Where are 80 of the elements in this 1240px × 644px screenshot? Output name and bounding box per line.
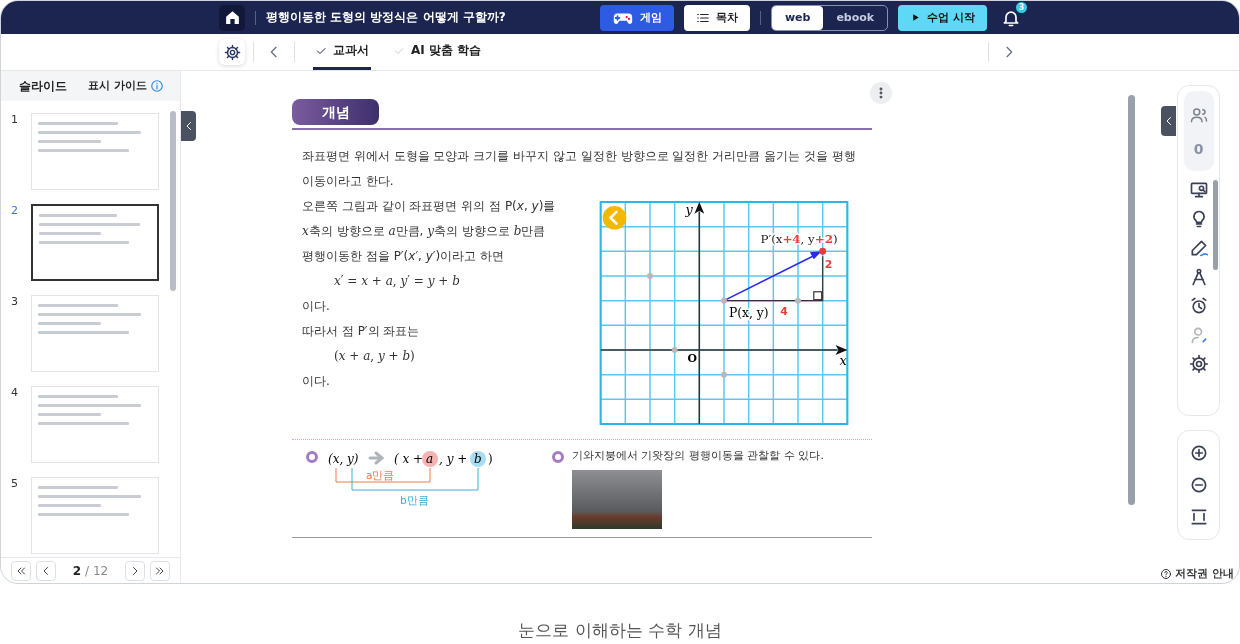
text-line: 따라서 점 P′의 좌표는: [302, 323, 421, 340]
point-dot: [647, 273, 653, 279]
double-chevron-left-icon: [15, 564, 27, 577]
point-dot: [721, 297, 727, 304]
point-dot: [671, 347, 678, 353]
text-line: 이다.: [302, 373, 331, 390]
slide-number: 5: [11, 477, 19, 492]
expression: b: [474, 452, 482, 466]
users-icon: [1189, 105, 1208, 124]
collapse-sidebar-button[interactable]: [181, 111, 196, 141]
origin-label: O: [687, 351, 697, 365]
screen-search-button[interactable]: [1188, 180, 1209, 200]
double-chevron-right-icon: [154, 564, 166, 577]
info-icon: [150, 79, 164, 93]
text-line: 이다.: [302, 298, 331, 315]
home-button[interactable]: [219, 4, 245, 31]
settings-icon: [223, 43, 241, 61]
point-dot: [819, 247, 827, 255]
notification-badge: 3: [1016, 1, 1027, 13]
last-page-button[interactable]: [150, 560, 170, 581]
participant-count: 0: [1193, 140, 1204, 157]
leader-label: b만큼: [400, 494, 429, 506]
formula: x′ = x + a, y′ = y + b: [333, 273, 461, 290]
monitor-search-icon: [1188, 180, 1209, 200]
right-angle-mark: [813, 291, 823, 301]
home-icon: [223, 9, 241, 26]
expression: a: [426, 452, 434, 466]
settings-button[interactable]: [219, 39, 245, 65]
expand-toolbar-button[interactable]: [1161, 106, 1176, 136]
formula: (x + a, y + b): [333, 348, 416, 365]
view-mode-tab[interactable]: ebook: [823, 5, 888, 30]
distance-label: 2: [824, 258, 833, 272]
scrollbar-thumb[interactable]: [1128, 95, 1135, 505]
tab[interactable]: AI 맞춤 학습: [391, 34, 484, 70]
copyright-link[interactable]: 저작권 안내: [1160, 567, 1234, 583]
text-line: 오른쪽 그림과 같이 좌표평면 위의 점 P(x, y)를: [302, 198, 557, 215]
text-line: x축의 방향으로 a만큼, y축의 방향으로 b만큼: [302, 223, 547, 240]
guide-link[interactable]: 표시 가이드: [88, 79, 147, 93]
user-icon: [1188, 325, 1209, 345]
sidebar-title: 슬라이드: [19, 77, 68, 95]
tab[interactable]: 교과서: [313, 34, 371, 70]
settings-button[interactable]: [1188, 354, 1209, 374]
text-line: 평행이동한 점을 P′(x′, y′)이라고 하면: [302, 248, 506, 265]
point-dot: [795, 297, 801, 304]
view-mode-tab[interactable]: web: [771, 5, 824, 30]
leader-label: a만큼: [366, 469, 395, 481]
bullet-icon: [552, 451, 564, 463]
axis-label: x: [839, 352, 847, 368]
expression: ( x +: [394, 452, 424, 466]
play-icon: [910, 12, 922, 23]
toc-button[interactable]: 목차: [683, 4, 750, 31]
slide-number: 1: [11, 113, 19, 128]
expression: (x, y): [328, 452, 359, 466]
expression: , y +: [439, 452, 468, 466]
caption: 눈으로 이해하는 수학 개념: [517, 619, 723, 642]
note-text: 기와지붕에서 기왓장의 평행이동을 관찰할 수 있다.: [572, 448, 824, 464]
highlight-circle: [422, 451, 438, 467]
slide-number: 2: [11, 204, 19, 219]
game-button[interactable]: 게임: [599, 4, 674, 31]
settings-icon: [1188, 354, 1209, 374]
expression: ): [488, 452, 493, 466]
more-button[interactable]: [870, 82, 892, 104]
point-dot: [721, 371, 727, 378]
slide-number: 4: [11, 386, 19, 401]
start-class-button[interactable]: 수업 시작: [898, 4, 987, 31]
lesson-title: 평행이동한 도형의 방정식은 어떻게 구할까?: [266, 9, 507, 26]
highlight-circle: [470, 451, 486, 467]
scrollbar-thumb[interactable]: [170, 111, 176, 291]
help-icon: [1160, 568, 1173, 580]
slide-thumbnail[interactable]: [31, 204, 159, 281]
paragraph: 좌표평면 위에서 도형을 모양과 크기를 바꾸지 않고 일정한 방향으로 일정한 거리만큼 옮기는 것을 평행이동이라고 한다.: [302, 148, 857, 190]
axis-label: y: [685, 201, 693, 217]
slide-number: 3: [11, 295, 19, 310]
bullet-icon: [306, 451, 318, 463]
page-indicator: 2 / 12: [71, 563, 110, 578]
arrow-icon: [368, 451, 385, 465]
distance-label: 4: [780, 305, 788, 319]
section-badge: 개념: [292, 99, 379, 125]
first-page-button[interactable]: [11, 560, 31, 581]
scrollbar-thumb[interactable]: [1213, 180, 1218, 270]
